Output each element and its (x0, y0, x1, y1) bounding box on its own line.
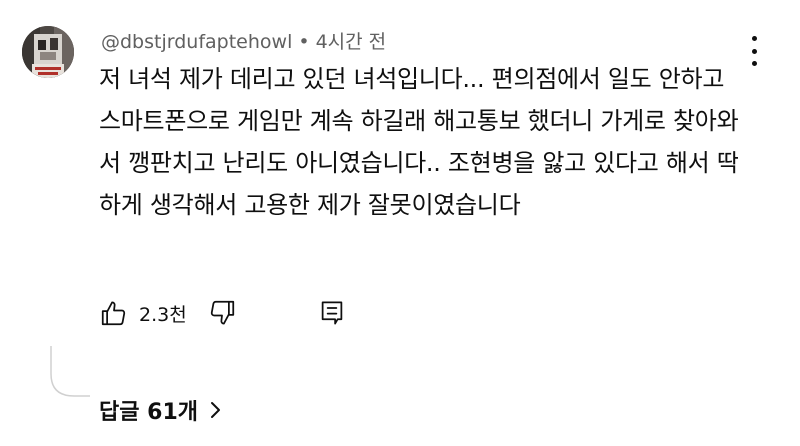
replies-count-label: 답글 61개 (99, 400, 198, 425)
author-handle[interactable]: @dbstjrdufaptehowl (101, 31, 292, 53)
comment-action-bar: 2.3천 (99, 296, 347, 330)
header-separator: • (298, 31, 310, 53)
like-count: 2.3천 (139, 303, 187, 326)
comment-text: 저 녀석 제가 데리고 있던 녀석입니다... 편의점에서 일도 안하고 스마트… (99, 65, 739, 219)
more-vert-icon-dot (751, 61, 757, 66)
comment-avatar[interactable] (22, 26, 74, 78)
thread-connector-line (50, 346, 90, 397)
reply-button[interactable] (317, 298, 347, 328)
like-button[interactable]: 2.3천 (99, 298, 187, 328)
thumb-down-icon (210, 300, 234, 325)
more-vert-icon (751, 36, 757, 41)
thumb-up-icon (101, 301, 126, 326)
reply-icon (321, 301, 342, 325)
avatar-image (22, 26, 74, 78)
comment-time[interactable]: 4시간 전 (316, 31, 387, 53)
more-vert-icon-dot (751, 48, 757, 54)
comment-header: @dbstjrdufaptehowl • 4시간 전 (101, 30, 386, 54)
dislike-button[interactable] (207, 298, 237, 328)
view-replies-button[interactable]: 답글 61개 (99, 394, 222, 426)
chevron-right-icon (211, 402, 220, 418)
